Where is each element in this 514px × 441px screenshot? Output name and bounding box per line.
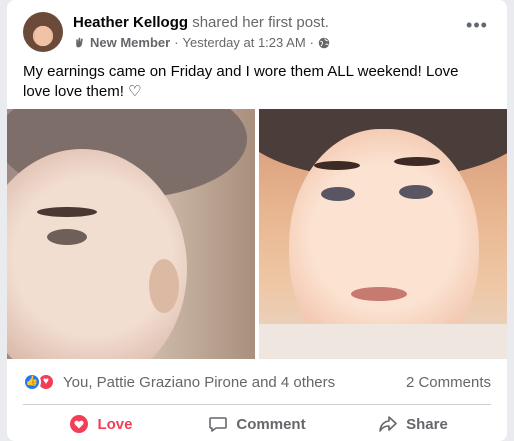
post-text: My earnings came on Friday and I wore th… [23,63,459,100]
post-card: Heather Kellogg shared her first post. N… [7,0,507,441]
share-icon [379,416,397,432]
comment-icon [209,417,228,432]
photo-right[interactable] [259,109,507,359]
photo-grid [7,109,507,359]
member-badge[interactable]: New Member [90,35,170,50]
share-label: Share [406,415,448,433]
post-meta: New Member · Yesterday at 1:23 AM · [73,35,330,50]
post-timestamp[interactable]: Yesterday at 1:23 AM [183,35,306,50]
wave-hand-icon [76,37,83,48]
meta-separator: · [174,35,179,50]
action-bar: Love Comment Share [23,408,491,440]
love-label: Love [97,415,133,433]
post-action-text: shared her first post. [192,14,329,31]
love-button[interactable]: Love [23,408,179,440]
comments-count[interactable]: 2 Comments [406,374,491,391]
reactions-row: 👍 ♥ You, Pattie Graziano Pirone and 4 ot… [23,372,491,394]
reaction-names[interactable]: You, Pattie Graziano Pirone and 4 others [63,374,335,391]
avatar[interactable] [23,12,63,52]
share-button[interactable]: Share [335,408,491,440]
heart-icon [70,415,89,433]
post-header: Heather Kellogg shared her first post. N… [23,12,491,56]
comment-button[interactable]: Comment [179,408,335,440]
globe-icon[interactable] [318,37,330,49]
photo-left[interactable] [7,109,255,359]
comment-label: Comment [236,415,306,433]
reaction-icons[interactable]: 👍 ♥ [23,373,59,393]
like-reaction-icon: 👍 [23,373,41,391]
meta-separator-2: · [309,35,314,50]
more-options-button[interactable]: ••• [463,16,491,38]
author-name[interactable]: Heather Kellogg [73,14,188,31]
divider [23,404,491,405]
author-line: Heather Kellogg shared her first post. [73,14,329,31]
